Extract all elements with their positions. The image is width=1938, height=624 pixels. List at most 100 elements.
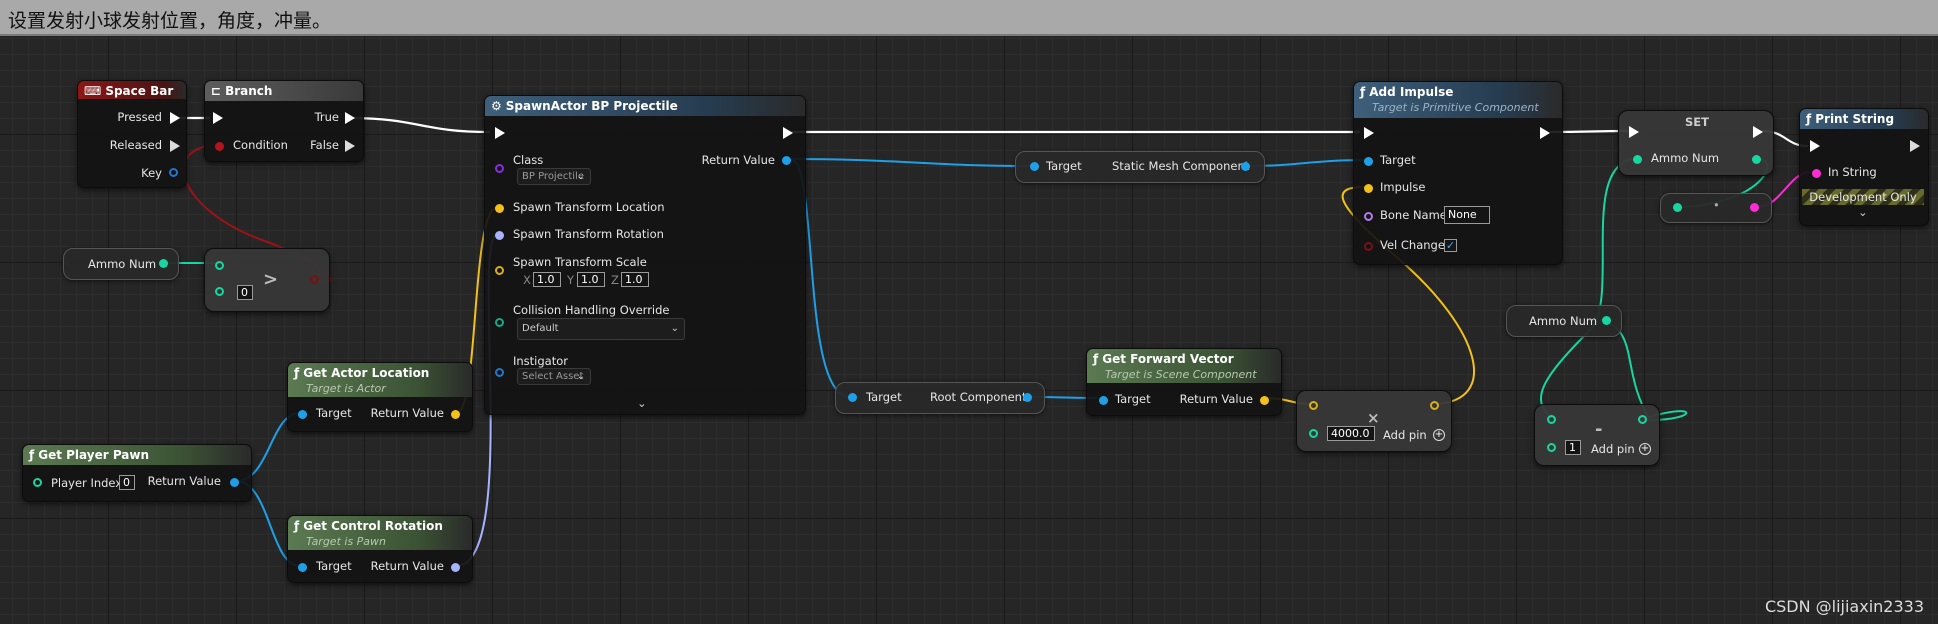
vel-change-pin[interactable] (1364, 242, 1373, 251)
spawn-rotation-pin[interactable] (495, 231, 504, 240)
ammo-num-pin[interactable] (159, 259, 168, 268)
set-ammo-node[interactable]: SET Ammo Num (1618, 110, 1774, 176)
conversion-in-pin[interactable] (1673, 203, 1682, 212)
subtract-add-pin-label[interactable]: Add pin (1591, 442, 1635, 456)
greater-node[interactable]: 0 > (204, 248, 330, 312)
instigator-label: Instigator (513, 354, 568, 368)
greater-result-pin[interactable] (310, 275, 319, 284)
add-pin-plus-icon[interactable]: + (1639, 443, 1651, 455)
ammo-num-2-pin[interactable] (1602, 316, 1611, 325)
spawn-return-value-pin[interactable] (782, 156, 791, 165)
collision-pin[interactable] (495, 318, 504, 327)
actor-location-return-pin[interactable] (451, 410, 460, 419)
condition-pin[interactable] (215, 142, 224, 151)
spawn-location-pin[interactable] (495, 204, 504, 213)
expand-chevron-icon[interactable]: ⌄ (637, 396, 647, 410)
scale-x-field[interactable]: 1.0 (533, 272, 561, 287)
static-mesh-component-getter[interactable]: Target Static Mesh Component (1015, 151, 1265, 183)
released-label: Released (109, 138, 162, 152)
vel-change-checkbox[interactable]: ✓ (1444, 239, 1457, 252)
subtract-b-value[interactable]: 1 (1565, 440, 1581, 455)
branch-exec-in-pin[interactable] (213, 112, 223, 124)
forward-vector-target-pin[interactable] (1099, 396, 1108, 405)
released-exec-pin[interactable] (170, 140, 180, 152)
print-exec-out-pin[interactable] (1910, 140, 1920, 152)
spawn-rotation-label: Spawn Transform Rotation (513, 227, 664, 241)
set-exec-out-pin[interactable] (1753, 126, 1763, 138)
ammo-num-getter[interactable]: Ammo Num (63, 248, 179, 280)
root-target-label: Target (866, 390, 902, 404)
subtract-b-pin[interactable] (1547, 443, 1556, 452)
multiply-add-pin-label[interactable]: Add pin (1383, 428, 1427, 442)
print-exec-in-pin[interactable] (1810, 140, 1820, 152)
impulse-exec-in-pin[interactable] (1364, 127, 1374, 139)
spawn-scale-pin[interactable] (495, 266, 504, 275)
print-string-node[interactable]: ƒ Print String In String Development Only… (1799, 108, 1929, 226)
get-actor-location-node[interactable]: ƒ Get Actor Location Target is Actor Targe… (287, 362, 473, 432)
root-component-pin[interactable] (1023, 393, 1032, 402)
root-component-getter[interactable]: Target Root Component (835, 382, 1045, 414)
bone-name-field[interactable]: None (1444, 206, 1490, 224)
multiply-b-value[interactable]: 4000.0 (1327, 426, 1375, 441)
get-player-pawn-header: ƒ Get Player Pawn (23, 445, 251, 465)
spawn-exec-in-pin[interactable] (495, 127, 505, 139)
set-ammo-out-pin[interactable] (1752, 155, 1761, 164)
ammo-num-getter-2[interactable]: Ammo Num (1506, 305, 1622, 337)
true-exec-pin[interactable] (345, 112, 355, 124)
multiply-result-pin[interactable] (1430, 401, 1439, 410)
false-exec-pin[interactable] (345, 140, 355, 152)
instigator-dropdown[interactable]: Select Asset ⌄ (517, 368, 591, 385)
multiply-b-pin[interactable] (1309, 429, 1318, 438)
greater-b-value[interactable]: 0 (237, 285, 253, 300)
scale-y-field[interactable]: 1.0 (577, 272, 605, 287)
player-pawn-return-pin[interactable] (230, 478, 239, 487)
player-index-pin[interactable] (33, 478, 42, 487)
class-pin[interactable] (495, 164, 504, 173)
subtract-result-pin[interactable] (1638, 415, 1647, 424)
bone-name-pin[interactable] (1364, 212, 1373, 221)
chevron-down-icon: ⌄ (576, 371, 585, 382)
condition-label: Condition (233, 138, 288, 152)
impulse-exec-out-pin[interactable] (1540, 127, 1550, 139)
control-rotation-target-pin[interactable] (298, 563, 307, 572)
impulse-target-pin[interactable] (1364, 157, 1373, 166)
conversion-out-pin[interactable] (1750, 203, 1759, 212)
player-index-field[interactable]: 0 (119, 475, 135, 490)
instigator-pin[interactable] (495, 368, 504, 377)
spawn-actor-node[interactable]: ⚙ SpawnActor BP Projectile Class BP Proje… (484, 95, 806, 415)
pressed-exec-pin[interactable] (170, 112, 180, 124)
static-mesh-target-pin[interactable] (1030, 162, 1039, 171)
subtract-node[interactable]: - 1 Add pin + (1534, 404, 1660, 466)
key-pin[interactable] (169, 168, 178, 177)
greater-a-pin[interactable] (215, 261, 224, 270)
vel-change-label: Vel Change (1380, 238, 1445, 252)
actor-location-target-pin[interactable] (298, 410, 307, 419)
expand-chevron-icon[interactable]: ⌄ (1858, 205, 1868, 219)
int-to-string-conversion[interactable]: • (1660, 193, 1772, 223)
set-ammo-in-pin[interactable] (1633, 155, 1642, 164)
forward-vector-return-pin[interactable] (1260, 396, 1269, 405)
add-impulse-node[interactable]: ƒ Add Impulse Target is Primitive Componen… (1353, 81, 1563, 265)
get-control-rotation-header: ƒ Get Control Rotation Target is Pawn (288, 516, 472, 550)
spawn-exec-out-pin[interactable] (783, 127, 793, 139)
collision-dropdown[interactable]: Default ⌄ (517, 318, 685, 340)
multiply-a-pin[interactable] (1309, 401, 1318, 410)
in-string-pin[interactable] (1812, 169, 1821, 178)
class-dropdown[interactable]: BP Projectile ⌄ (517, 168, 591, 185)
subtract-a-pin[interactable] (1547, 415, 1556, 424)
space-bar-event-node[interactable]: ⌨ Space Bar Pressed Released Key (77, 80, 187, 188)
get-player-pawn-node[interactable]: ƒ Get Player Pawn Player Index 0 Return V… (22, 444, 252, 502)
greater-b-pin[interactable] (215, 287, 224, 296)
add-pin-plus-icon[interactable]: + (1433, 429, 1445, 441)
multiply-node[interactable]: × 4000.0 Add pin + (1296, 390, 1452, 452)
get-forward-vector-node[interactable]: ƒ Get Forward Vector Target is Scene Compo… (1086, 348, 1282, 416)
control-rotation-return-pin[interactable] (451, 563, 460, 572)
root-target-pin[interactable] (848, 393, 857, 402)
scale-z-field[interactable]: 1.0 (621, 272, 649, 287)
get-control-rotation-node[interactable]: ƒ Get Control Rotation Target is Pawn Targ… (287, 515, 473, 583)
greater-operator: > (263, 269, 279, 290)
static-mesh-component-pin[interactable] (1241, 162, 1250, 171)
set-exec-in-pin[interactable] (1629, 126, 1639, 138)
branch-node[interactable]: ⊏ Branch True Condition False (204, 80, 364, 162)
impulse-vector-pin[interactable] (1364, 184, 1373, 193)
